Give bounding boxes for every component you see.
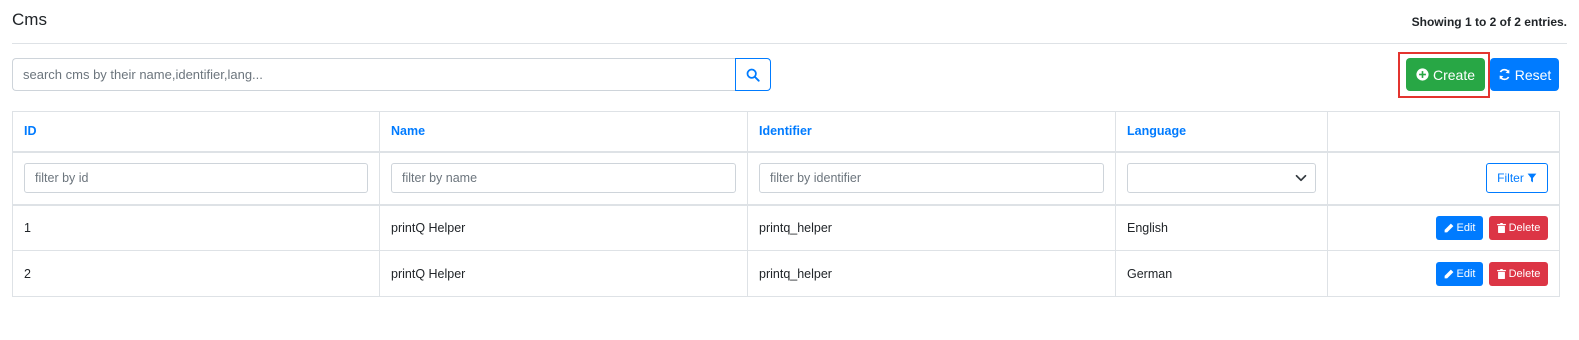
filter-row: Filter	[12, 151, 1560, 206]
table-row: 2 printQ Helper printq_helper German Edi…	[12, 250, 1560, 297]
filter-id-input[interactable]	[24, 163, 368, 193]
filter-cell-identifier	[747, 151, 1116, 206]
search-button[interactable]	[735, 58, 771, 91]
cell-identifier: printq_helper	[747, 250, 1116, 297]
column-header-identifier[interactable]: Identifier	[747, 111, 1116, 153]
filter-name-input[interactable]	[391, 163, 736, 193]
delete-button-label: Delete	[1508, 267, 1541, 280]
delete-button[interactable]: Delete	[1489, 215, 1548, 240]
filter-cell-id	[12, 151, 380, 206]
page-title: Cms	[12, 10, 47, 29]
filter-button[interactable]: Filter	[1486, 163, 1548, 193]
column-header-language[interactable]: Language	[1115, 111, 1328, 153]
cell-actions: Edit Delete	[1327, 204, 1560, 251]
cell-identifier: printq_helper	[747, 204, 1116, 251]
plus-circle-icon	[1416, 68, 1429, 81]
create-button[interactable]: Create	[1406, 58, 1485, 91]
filter-cell-language	[1115, 151, 1328, 206]
reset-button[interactable]: Reset	[1490, 58, 1559, 91]
cell-id: 2	[12, 250, 380, 297]
cms-table: ID Name Identifier Language filter by id…	[12, 111, 1560, 297]
delete-button[interactable]: Delete	[1489, 261, 1548, 286]
delete-button-label: Delete	[1508, 221, 1541, 234]
pencil-icon	[1444, 223, 1453, 233]
filter-language-select[interactable]	[1127, 163, 1316, 193]
filter-cell-name	[379, 151, 748, 206]
cell-name: printQ Helper	[379, 204, 748, 251]
cell-language: English	[1115, 204, 1328, 251]
edit-button-label: Edit	[1456, 267, 1476, 280]
edit-button-label: Edit	[1456, 221, 1476, 234]
row-actions: Edit Delete	[1339, 261, 1548, 286]
filter-identifier-input[interactable]	[759, 163, 1104, 193]
pencil-icon	[1444, 269, 1453, 278]
cell-name: printQ Helper	[379, 250, 748, 297]
table-header-row: ID Name Identifier Language	[12, 111, 1560, 153]
column-header-id[interactable]: ID	[12, 111, 380, 153]
refresh-icon	[1499, 68, 1510, 81]
table-row: 1 printQ Helper printq_helper English Ed…	[12, 204, 1560, 251]
chevron-down-icon	[1295, 174, 1307, 182]
search-input[interactable]	[12, 58, 735, 91]
row-actions: Edit Delete	[1339, 215, 1548, 240]
column-header-name[interactable]: Name	[379, 111, 748, 153]
trash-icon	[1496, 268, 1506, 279]
entries-summary: Showing 1 to 2 of 2 entries.	[1411, 15, 1567, 29]
cell-language: German	[1115, 250, 1328, 297]
cell-actions: Edit Delete	[1327, 250, 1560, 297]
reset-button-label: Reset	[1514, 66, 1552, 83]
trash-icon	[1496, 222, 1506, 233]
funnel-icon	[1527, 173, 1537, 183]
column-header-actions	[1327, 111, 1560, 153]
create-button-label: Create	[1432, 66, 1476, 83]
search-icon	[746, 68, 760, 82]
cell-id: 1	[12, 204, 380, 251]
search-bar	[12, 58, 771, 91]
edit-button[interactable]: Edit	[1436, 215, 1483, 240]
edit-button[interactable]: Edit	[1436, 261, 1483, 286]
filter-button-label: Filter	[1497, 171, 1524, 185]
header-divider	[12, 43, 1567, 44]
filter-cell-actions: Filter	[1327, 151, 1560, 206]
